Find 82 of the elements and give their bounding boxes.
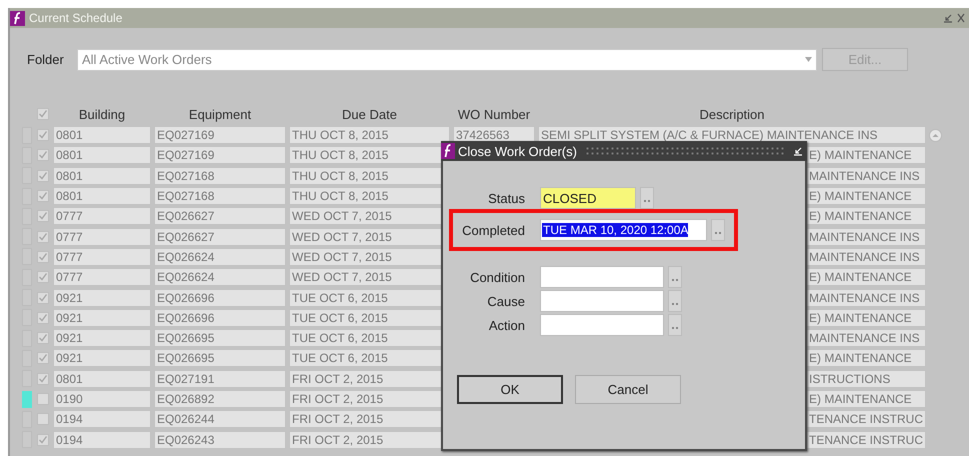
field-label: Condition bbox=[469, 270, 525, 284]
column-header: Building bbox=[78, 106, 126, 122]
checkbox[interactable] bbox=[36, 312, 48, 324]
table-cell[interactable]: 0801 bbox=[53, 166, 151, 185]
checkbox[interactable] bbox=[36, 271, 48, 284]
table-cell[interactable]: 0777 bbox=[53, 207, 151, 226]
app-icon bbox=[441, 143, 455, 159]
table-cell[interactable]: 0777 bbox=[53, 268, 151, 286]
checkbox[interactable] bbox=[36, 393, 48, 405]
field-label: Cause bbox=[486, 294, 525, 308]
input-field[interactable]: CLOSED bbox=[540, 187, 636, 209]
input-field[interactable] bbox=[540, 290, 664, 312]
table-cell[interactable]: 0921 bbox=[53, 329, 151, 348]
table-cell[interactable]: 0921 bbox=[53, 288, 151, 307]
table-cell[interactable]: EQ026695 bbox=[154, 349, 286, 368]
table-cell[interactable]: 0190 bbox=[53, 390, 151, 408]
table-cell[interactable]: EQ027191 bbox=[154, 370, 286, 388]
list-button[interactable] bbox=[668, 314, 682, 336]
folder-label: Folder bbox=[26, 52, 65, 67]
checkbox[interactable] bbox=[36, 210, 48, 222]
field-label: Action bbox=[488, 318, 525, 332]
table-cell[interactable]: THU OCT 8, 2015 bbox=[289, 126, 450, 144]
table-cell[interactable]: EQ027169 bbox=[154, 146, 286, 164]
table-cell[interactable]: 0921 bbox=[53, 349, 151, 368]
field-label: Completed bbox=[461, 222, 525, 238]
checkbox[interactable] bbox=[36, 170, 48, 182]
window-title: Current Schedule bbox=[29, 11, 122, 25]
table-cell[interactable]: EQ026696 bbox=[154, 308, 286, 327]
scroll-up-icon[interactable] bbox=[929, 128, 942, 142]
app-icon bbox=[10, 10, 25, 26]
checkbox[interactable] bbox=[36, 413, 48, 426]
table-cell[interactable]: EQ026627 bbox=[154, 207, 286, 226]
list-button[interactable] bbox=[711, 219, 725, 241]
input-field[interactable]: TUE MAR 10, 2020 12:00A bbox=[540, 219, 707, 241]
column-header: Description bbox=[699, 106, 765, 122]
list-button[interactable] bbox=[640, 187, 654, 209]
table-cell[interactable]: 0801 bbox=[53, 187, 151, 206]
table-cell[interactable]: EQ026244 bbox=[154, 410, 286, 428]
table-cell[interactable]: EQ026892 bbox=[154, 390, 286, 408]
ok-button[interactable]: OK bbox=[457, 375, 563, 404]
table-cell[interactable]: EQ027168 bbox=[154, 187, 286, 206]
table-cell[interactable]: 0801 bbox=[53, 126, 151, 144]
table-cell[interactable]: EQ027169 bbox=[154, 126, 286, 144]
table-cell[interactable]: EQ026695 bbox=[154, 329, 286, 348]
column-header: Due Date bbox=[342, 106, 397, 122]
dropdown-arrow-icon[interactable] bbox=[805, 57, 812, 62]
list-button[interactable] bbox=[668, 290, 682, 312]
checkbox[interactable] bbox=[36, 332, 48, 344]
record-indicator[interactable] bbox=[22, 390, 32, 408]
table-cell[interactable]: 0777 bbox=[53, 228, 151, 246]
checkbox[interactable] bbox=[36, 149, 48, 162]
column-header: WO Number bbox=[458, 106, 530, 122]
table-cell[interactable]: 0194 bbox=[53, 410, 151, 428]
table-cell[interactable]: EQ027168 bbox=[154, 166, 286, 185]
checkbox[interactable] bbox=[36, 108, 48, 120]
table-cell[interactable]: 0801 bbox=[53, 370, 151, 388]
table-cell[interactable]: EQ026624 bbox=[154, 268, 286, 286]
checkbox[interactable] bbox=[36, 292, 48, 304]
table-cell[interactable]: EQ026627 bbox=[154, 228, 286, 246]
dialog-title: Close Work Order(s) bbox=[458, 144, 577, 158]
table-cell[interactable]: 0777 bbox=[53, 248, 151, 266]
checkbox[interactable] bbox=[36, 250, 48, 263]
cancel-button[interactable]: Cancel bbox=[575, 375, 681, 404]
checkbox[interactable] bbox=[36, 190, 48, 202]
table-cell[interactable]: 0921 bbox=[53, 308, 151, 327]
close-icon[interactable] bbox=[957, 13, 965, 23]
checkbox[interactable] bbox=[36, 129, 48, 142]
checkbox[interactable] bbox=[36, 434, 48, 446]
table-cell[interactable]: EQ026243 bbox=[154, 430, 286, 449]
checkbox[interactable] bbox=[36, 352, 48, 364]
list-button[interactable] bbox=[668, 266, 682, 288]
table-cell[interactable]: 0801 bbox=[53, 146, 151, 164]
input-field[interactable] bbox=[540, 266, 664, 288]
table-cell[interactable]: EQ026624 bbox=[154, 248, 286, 266]
table-cell[interactable]: 0194 bbox=[53, 430, 151, 449]
input-field[interactable] bbox=[540, 314, 664, 336]
field-label: Status bbox=[487, 190, 525, 206]
table-cell[interactable]: EQ026696 bbox=[154, 288, 286, 307]
checkbox[interactable] bbox=[36, 372, 48, 385]
folder-dropdown[interactable]: All Active Work Orders bbox=[77, 48, 817, 70]
column-header: Equipment bbox=[188, 106, 252, 122]
checkbox[interactable] bbox=[36, 230, 48, 243]
